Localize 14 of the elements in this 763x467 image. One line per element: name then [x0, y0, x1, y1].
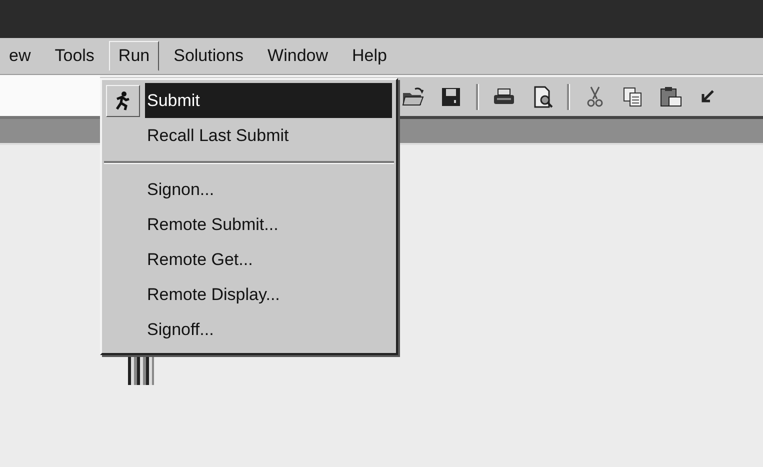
menu-item[interactable]: Run [109, 41, 159, 71]
menu-item[interactable]: Remote Display... [145, 277, 392, 312]
menu-item[interactable]: Tools [46, 41, 104, 71]
menu-item[interactable]: Remote Submit... [145, 207, 392, 242]
menu-item[interactable]: Help [343, 41, 396, 71]
menu-item[interactable]: Submit [145, 83, 392, 118]
menu-item[interactable]: Remote Get... [145, 242, 392, 277]
menu-item[interactable]: Signoff... [145, 312, 392, 347]
menu-item[interactable]: Solutions [164, 41, 253, 71]
menu-item[interactable]: Signon... [145, 172, 392, 207]
menu-item[interactable]: Recall Last Submit [145, 118, 392, 153]
menu-item[interactable]: Window [258, 41, 338, 71]
running-figure-icon [106, 84, 140, 116]
menu-item[interactable]: ew [0, 41, 40, 71]
